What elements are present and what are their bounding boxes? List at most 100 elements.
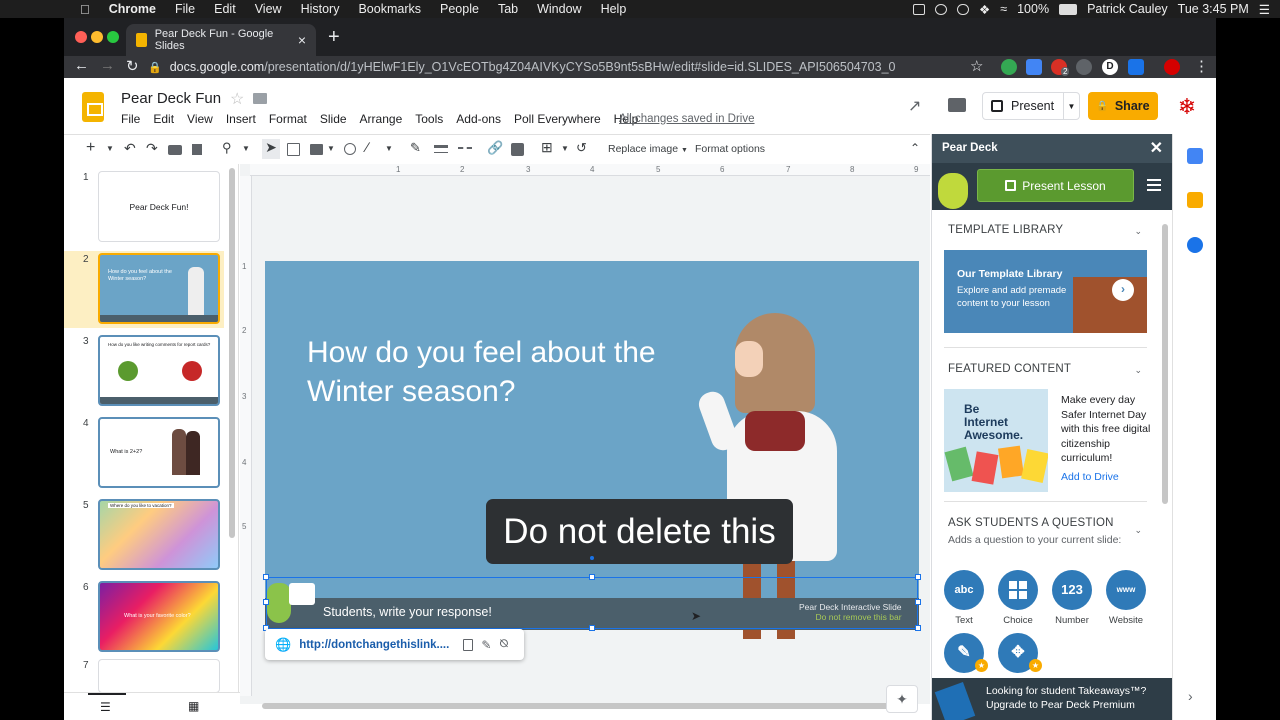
- image-icon[interactable]: [310, 144, 323, 155]
- template-library-card[interactable]: Our Template Library Explore and add pre…: [944, 250, 1147, 333]
- save-status[interactable]: All changes saved in Drive: [619, 113, 755, 125]
- question-choice-button[interactable]: [998, 570, 1038, 610]
- paint-format-icon[interactable]: [192, 144, 202, 155]
- question-number-button[interactable]: 123: [1052, 570, 1092, 610]
- crop-dropdown-icon[interactable]: ▼: [561, 144, 575, 158]
- menu-insert[interactable]: Insert: [226, 112, 256, 126]
- border-color-icon[interactable]: ✎: [410, 140, 424, 155]
- menu-help[interactable]: Help: [601, 2, 627, 16]
- bookmark-star-icon[interactable]: ☆: [970, 57, 983, 75]
- menu-edit[interactable]: Edit: [153, 112, 174, 126]
- account-avatar-icon[interactable]: ❄: [1174, 94, 1200, 120]
- replace-image-button[interactable]: Replace image ▼: [608, 143, 688, 155]
- resize-handle[interactable]: [915, 574, 921, 580]
- reset-image-icon[interactable]: ↺: [576, 140, 590, 155]
- keep-icon[interactable]: [1187, 192, 1203, 208]
- status-icon[interactable]: [935, 3, 947, 15]
- close-icon[interactable]: ✕: [1150, 138, 1163, 158]
- zoom-dropdown-icon[interactable]: ▼: [242, 144, 256, 158]
- remove-link-icon[interactable]: ⦰: [499, 638, 508, 651]
- slide-thumbnail[interactable]: Pear Deck Fun!: [98, 171, 220, 242]
- user-name[interactable]: Patrick Cauley: [1087, 2, 1168, 16]
- border-dash-icon[interactable]: [458, 147, 472, 155]
- tasks-icon[interactable]: [1187, 237, 1203, 253]
- filmstrip-scrollbar[interactable]: [229, 168, 235, 538]
- resize-handle[interactable]: [915, 625, 921, 631]
- menu-arrange[interactable]: Arrange: [360, 112, 403, 126]
- present-lesson-button[interactable]: Present Lesson: [977, 169, 1134, 202]
- menu-tab[interactable]: Tab: [498, 2, 518, 16]
- zoom-icon[interactable]: ⚲: [222, 140, 236, 155]
- extension-blue-icon[interactable]: [1128, 59, 1144, 75]
- address-bar[interactable]: 🔒 docs.google.com/presentation/d/1yHElwF…: [148, 56, 1048, 78]
- do-not-delete-overlay[interactable]: Do not delete this: [486, 499, 793, 564]
- close-window-icon[interactable]: [75, 31, 87, 43]
- redo-icon[interactable]: ↷: [146, 140, 160, 156]
- browser-tab[interactable]: Pear Deck Fun - Google Slides ×: [126, 24, 316, 56]
- menu-file[interactable]: File: [175, 2, 195, 16]
- resize-handle[interactable]: [263, 574, 269, 580]
- menu-tools[interactable]: Tools: [415, 112, 443, 126]
- new-slide-dropdown-icon[interactable]: ▼: [106, 144, 120, 158]
- chevron-down-icon[interactable]: ⌄: [1134, 226, 1142, 237]
- featured-content-heading[interactable]: FEATURED CONTENT: [948, 363, 1071, 375]
- extension-profile-icon[interactable]: D: [1102, 59, 1118, 75]
- vertical-ruler[interactable]: 1 2 3 4 5: [240, 176, 252, 696]
- border-weight-icon[interactable]: [434, 145, 448, 153]
- forward-icon[interactable]: →: [100, 57, 115, 74]
- activity-trend-icon[interactable]: ↗: [908, 96, 921, 116]
- slide-thumbnail[interactable]: What is 2+2?: [98, 417, 220, 488]
- chevron-right-icon[interactable]: ›: [1112, 279, 1134, 301]
- new-slide-icon[interactable]: +: [86, 139, 100, 156]
- menu-format[interactable]: Format: [269, 112, 307, 126]
- extension-pocket-icon[interactable]: [1026, 59, 1042, 75]
- menu-addons[interactable]: Add-ons: [456, 112, 501, 126]
- present-dropdown-icon[interactable]: ▼: [1063, 93, 1079, 119]
- slides-logo-icon[interactable]: [82, 92, 104, 122]
- image-dropdown-icon[interactable]: ▼: [327, 144, 341, 158]
- cloud-icon[interactable]: [957, 3, 969, 15]
- clock[interactable]: Tue 3:45 PM: [1178, 2, 1249, 16]
- line-icon[interactable]: ∕: [366, 139, 380, 155]
- calendar-icon[interactable]: [1187, 148, 1203, 164]
- filmstrip-view-icon[interactable]: ☰: [100, 700, 111, 714]
- undo-icon[interactable]: ↶: [124, 140, 138, 156]
- select-cursor-icon[interactable]: ➤: [262, 139, 280, 159]
- screen-record-icon[interactable]: [913, 3, 925, 15]
- wifi-icon[interactable]: ≈: [1000, 2, 1007, 16]
- slide-thumbnail[interactable]: What is your favorite color?: [98, 581, 220, 652]
- minimize-window-icon[interactable]: [91, 31, 103, 43]
- list-icon[interactable]: ☰: [1259, 2, 1270, 17]
- shape-icon[interactable]: [344, 143, 356, 155]
- chevron-down-icon[interactable]: ⌄: [1134, 365, 1142, 376]
- menu-window[interactable]: Window: [537, 2, 581, 16]
- rotate-handle[interactable]: [590, 556, 594, 560]
- back-icon[interactable]: ←: [74, 57, 89, 74]
- grid-view-icon[interactable]: ▦: [188, 699, 199, 713]
- profile-avatar-icon[interactable]: [1164, 59, 1180, 75]
- menu-app-name[interactable]: Chrome: [109, 2, 156, 16]
- dropbox-icon[interactable]: ❖: [979, 2, 990, 17]
- add-to-drive-link[interactable]: Add to Drive: [1061, 471, 1119, 483]
- link-url[interactable]: http://dontchangethislink....: [299, 639, 449, 651]
- comments-icon[interactable]: [948, 98, 966, 112]
- line-dropdown-icon[interactable]: ▼: [385, 144, 399, 158]
- collapse-toolbar-icon[interactable]: ⌃: [910, 141, 924, 155]
- crop-icon[interactable]: ⊞: [541, 139, 555, 155]
- menu-slide[interactable]: Slide: [320, 112, 347, 126]
- hamburger-menu-icon[interactable]: [1147, 179, 1161, 191]
- chrome-menu-icon[interactable]: ⋮: [1194, 57, 1209, 75]
- horizontal-scrollbar[interactable]: [262, 703, 896, 709]
- premium-promo-banner[interactable]: Looking for student Takeaways™? Upgrade …: [932, 678, 1173, 720]
- folder-icon[interactable]: [253, 93, 267, 104]
- menu-history[interactable]: History: [301, 2, 340, 16]
- menu-poll-everywhere[interactable]: Poll Everywhere: [514, 112, 601, 126]
- close-tab-icon[interactable]: ×: [298, 32, 306, 48]
- template-library-heading[interactable]: TEMPLATE LIBRARY: [948, 224, 1063, 236]
- star-icon[interactable]: ☆: [230, 89, 244, 109]
- share-button[interactable]: 🔒 Share: [1088, 92, 1158, 120]
- menu-people[interactable]: People: [440, 2, 479, 16]
- add-comment-icon[interactable]: [511, 143, 524, 156]
- menu-view[interactable]: View: [187, 112, 213, 126]
- ask-students-heading[interactable]: ASK STUDENTS A QUESTION: [948, 517, 1114, 529]
